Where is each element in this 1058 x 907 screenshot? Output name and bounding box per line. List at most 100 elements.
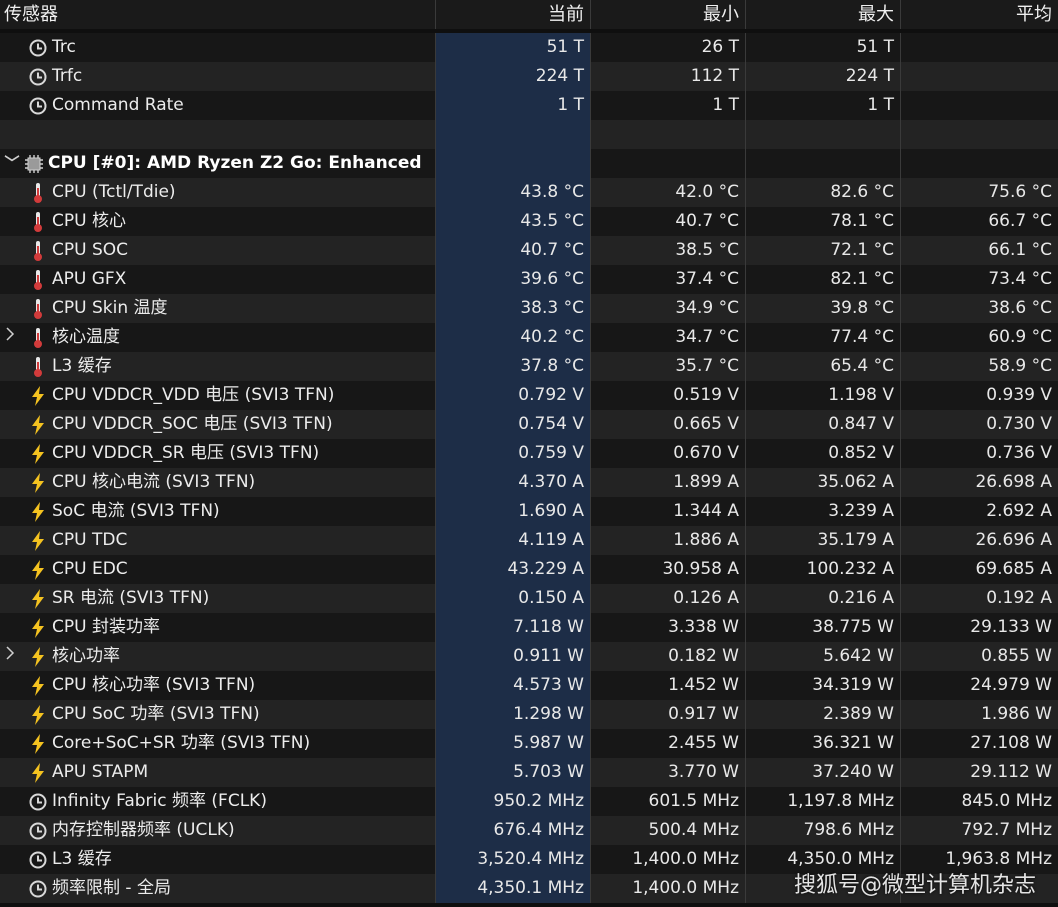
table-row[interactable]: APU STAPM 5.703 W 3.770 W 37.240 W 29.112 W xyxy=(0,758,1058,787)
column-header-max[interactable]: 最大 xyxy=(746,0,901,29)
table-row[interactable]: CPU VDDCR_VDD 电压 (SVI3 TFN) 0.792 V 0.519 … xyxy=(0,381,1058,410)
min-value: 3.770 W xyxy=(591,758,746,787)
min-value: 34.9 °C xyxy=(591,294,746,323)
table-row[interactable]: CPU SoC 功率 (SVI3 TFN) 1.298 W 0.917 W 2.389… xyxy=(0,700,1058,729)
table-row[interactable]: 内存控制器频率 (UCLK) 676.4 MHz 500.4 MHz 798.6 MH… xyxy=(0,816,1058,845)
avg-value: 27.108 W xyxy=(970,733,1052,753)
thermometer-icon xyxy=(26,327,50,349)
table-row[interactable]: CPU 核心电流 (SVI3 TFN) 4.370 A 1.899 A 35.062 … xyxy=(0,468,1058,497)
sensor-label: CPU [#0]: AMD Ryzen Z2 Go: Enhanced xyxy=(48,153,422,173)
sensor-name-cell: CPU 核心 xyxy=(0,207,436,236)
max-value: 798.6 MHz xyxy=(746,816,901,845)
table-row[interactable]: Trfc 224 T 112 T 224 T xyxy=(0,62,1058,91)
column-header-current[interactable]: 当前 xyxy=(436,0,591,29)
avg-value xyxy=(901,62,1058,91)
min-value: 112 T xyxy=(591,62,746,91)
min-value: 0.665 V xyxy=(591,410,746,439)
sensor-name-cell: CPU SOC xyxy=(0,236,436,265)
sensor-label: Trfc xyxy=(52,66,83,86)
current-value: 0.150 A xyxy=(436,584,591,613)
column-header-avg[interactable]: 平均 xyxy=(901,0,1058,29)
current-value: 0.759 V xyxy=(436,439,591,468)
table-row[interactable]: CPU VDDCR_SOC 电压 (SVI3 TFN) 0.754 V 0.665 … xyxy=(0,410,1058,439)
table-row[interactable]: CPU 核心 43.5 °C 40.7 °C 78.1 °C 66.7 °C xyxy=(0,207,1058,236)
sensor-name-cell: Infinity Fabric 频率 (FCLK) xyxy=(0,787,436,816)
collapse-chevron-icon[interactable]: ﹀ xyxy=(2,149,22,178)
table-row[interactable]: CPU EDC 43.229 A 30.958 A 100.232 A 69.685 A xyxy=(0,555,1058,584)
sensor-label: 核心温度 xyxy=(52,327,120,347)
current-value: 0.911 W xyxy=(436,642,591,671)
expand-chevron-icon[interactable] xyxy=(4,642,26,671)
table-row[interactable]: CPU (Tctl/Tdie) 43.8 °C 42.0 °C 82.6 °C 75.6… xyxy=(0,178,1058,207)
avg-value: 0.192 A xyxy=(986,588,1052,608)
table-row[interactable]: CPU Skin 温度 38.3 °C 34.9 °C 39.8 °C 38.6 °C xyxy=(0,294,1058,323)
avg-value: 2.692 A xyxy=(986,501,1052,521)
sensor-label: Core+SoC+SR 功率 (SVI3 TFN) xyxy=(52,733,311,753)
avg-value: 845.0 MHz xyxy=(961,791,1052,811)
expand-chevron-icon[interactable] xyxy=(4,323,26,352)
table-row[interactable]: Trc 51 T 26 T 51 T xyxy=(0,33,1058,62)
group-row[interactable]: ﹀ CPU [#0]: AMD Ryzen Z2 Go: Enhanced xyxy=(0,149,1058,178)
bolt-icon xyxy=(26,530,50,552)
avg-value: 26.696 A xyxy=(975,530,1052,550)
sensor-label: SR 电流 (SVI3 TFN) xyxy=(52,588,210,608)
max-value: 38.775 W xyxy=(746,613,901,642)
max-value: 0.216 A xyxy=(746,584,901,613)
column-header-min[interactable]: 最小 xyxy=(591,0,746,29)
table-row[interactable]: SR 电流 (SVI3 TFN) 0.150 A 0.126 A 0.216 A 0.1… xyxy=(0,584,1058,613)
min-value: 601.5 MHz xyxy=(591,787,746,816)
max-value: 1.198 V xyxy=(746,381,901,410)
table-row[interactable]: 核心功率 0.911 W 0.182 W 5.642 W 0.855 W xyxy=(0,642,1058,671)
table-row[interactable]: CPU 封装功率 7.118 W 3.338 W 38.775 W 29.133 W xyxy=(0,613,1058,642)
sensor-name-cell: CPU EDC xyxy=(0,555,436,584)
column-header-sensor[interactable]: 传感器 xyxy=(0,0,436,29)
sensor-name-cell: ﹀ CPU [#0]: AMD Ryzen Z2 Go: Enhanced xyxy=(0,149,436,178)
bolt-icon xyxy=(26,733,50,755)
min-value: 38.5 °C xyxy=(591,236,746,265)
min-value: 1 T xyxy=(591,91,746,120)
table-row[interactable]: CPU VDDCR_SR 电压 (SVI3 TFN) 0.759 V 0.670 V… xyxy=(0,439,1058,468)
sensor-label: 频率限制 - 全局 xyxy=(52,878,171,898)
table-row[interactable]: Core+SoC+SR 功率 (SVI3 TFN) 5.987 W 2.455 W3… xyxy=(0,729,1058,758)
max-value xyxy=(746,120,901,149)
sensor-name-cell: L3 缓存 xyxy=(0,352,436,381)
clock-icon xyxy=(26,878,50,900)
avg-value: 29.133 W xyxy=(970,617,1052,637)
table-row[interactable]: CPU 核心功率 (SVI3 TFN) 4.573 W 1.452 W 34.319 … xyxy=(0,671,1058,700)
min-value: 500.4 MHz xyxy=(591,816,746,845)
sensor-name-cell: Trc xyxy=(0,33,436,62)
avg-value: 792.7 MHz xyxy=(961,820,1052,840)
max-value xyxy=(746,149,901,178)
min-value xyxy=(591,149,746,178)
max-value: 1 T xyxy=(746,91,901,120)
sensor-label: L3 缓存 xyxy=(52,849,112,869)
avg-value: 26.698 A xyxy=(975,472,1052,492)
min-value: 26 T xyxy=(591,33,746,62)
max-value: 5.642 W xyxy=(746,642,901,671)
max-value: 65.4 °C xyxy=(746,352,901,381)
current-value: 4,350.1 MHz xyxy=(436,874,591,903)
table-row[interactable]: Infinity Fabric 频率 (FCLK) 950.2 MHz 601.5 … xyxy=(0,787,1058,816)
sensor-name-cell: CPU TDC xyxy=(0,526,436,555)
max-value: 82.1 °C xyxy=(746,265,901,294)
table-row[interactable]: CPU SOC 40.7 °C 38.5 °C 72.1 °C 66.1 °C xyxy=(0,236,1058,265)
avg-value: 1.986 W xyxy=(981,704,1052,724)
table-row[interactable]: Command Rate 1 T1 T1 T xyxy=(0,91,1058,120)
table-row[interactable]: CPU TDC 4.119 A 1.886 A 35.179 A 26.696 A xyxy=(0,526,1058,555)
thermometer-icon xyxy=(26,298,50,320)
thermometer-icon xyxy=(26,356,50,378)
table-row[interactable]: L3 缓存 37.8 °C 35.7 °C 65.4 °C 58.9 °C xyxy=(0,352,1058,381)
bolt-icon xyxy=(26,501,50,523)
max-value: 77.4 °C xyxy=(746,323,901,352)
min-value: 1.886 A xyxy=(591,526,746,555)
table-row[interactable]: APU GFX 39.6 °C 37.4 °C 82.1 °C 73.4 °C xyxy=(0,265,1058,294)
table-row[interactable]: 核心温度 40.2 °C 34.7 °C 77.4 °C 60.9 °C xyxy=(0,323,1058,352)
thermometer-icon xyxy=(26,269,50,291)
current-value: 5.703 W xyxy=(436,758,591,787)
current-value: 5.987 W xyxy=(436,729,591,758)
table-row[interactable]: SoC 电流 (SVI3 TFN) 1.690 A 1.344 A 3.239 A 2.… xyxy=(0,497,1058,526)
sensor-name-cell: CPU (Tctl/Tdie) xyxy=(0,178,436,207)
sensor-name-cell: CPU VDDCR_VDD 电压 (SVI3 TFN) xyxy=(0,381,436,410)
spacer-row xyxy=(0,120,1058,149)
sensor-name-cell: CPU 核心功率 (SVI3 TFN) xyxy=(0,671,436,700)
